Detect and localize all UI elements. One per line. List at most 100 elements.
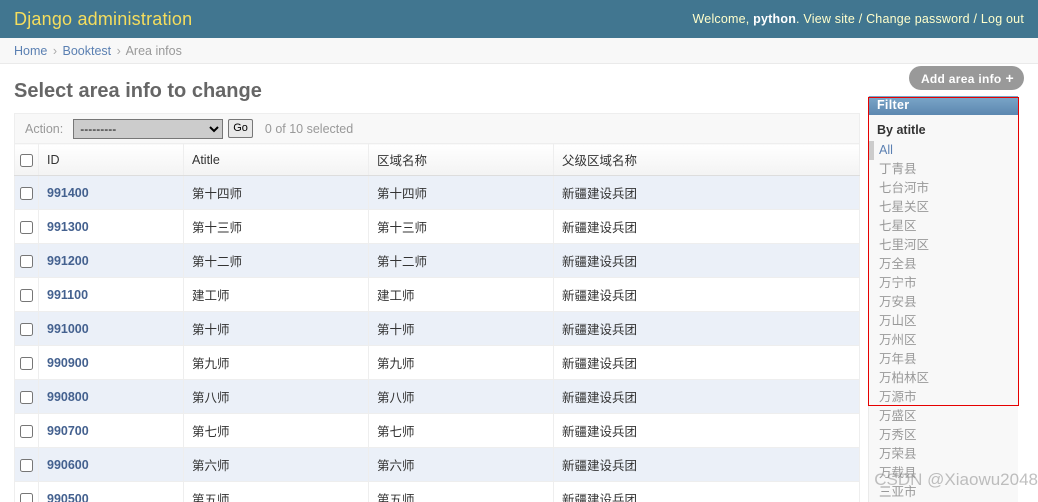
filter-item-link[interactable]: 万山区 — [879, 313, 1010, 330]
filter-item-link[interactable]: All — [879, 142, 1010, 159]
change-password-link[interactable]: Change password — [866, 12, 970, 26]
cell-id: 990800 — [39, 380, 184, 414]
filter-item[interactable]: 万全县 — [869, 255, 1018, 274]
site-header: Django administration Welcome, python. V… — [0, 0, 1038, 38]
filter-item[interactable]: 万年县 — [869, 350, 1018, 369]
filter-item-link[interactable]: 万宁市 — [879, 275, 1010, 292]
row-checkbox-cell — [15, 482, 39, 502]
breadcrumb-home[interactable]: Home — [14, 44, 47, 58]
welcome-period: . — [796, 12, 800, 26]
row-select-checkbox[interactable] — [20, 425, 33, 438]
action-select-top[interactable]: --------- — [73, 119, 223, 139]
filter-item[interactable]: 七台河市 — [869, 179, 1018, 198]
cell-id: 990600 — [39, 448, 184, 482]
cell-parent: 新疆建设兵团 — [554, 244, 860, 278]
filter-item[interactable]: All — [869, 141, 1018, 160]
filter-item[interactable]: 七里河区 — [869, 236, 1018, 255]
cell-atitle: 第七师 — [184, 414, 369, 448]
table-row: 991100建工师建工师新疆建设兵团 — [15, 278, 860, 312]
column-header-atitle[interactable]: Atitle — [184, 144, 369, 176]
cell-parent: 新疆建设兵团 — [554, 414, 860, 448]
action-go-button-top[interactable]: Go — [228, 119, 253, 138]
filter-item[interactable]: 万载县 — [869, 464, 1018, 483]
filter-item-link[interactable]: 三亚市 — [879, 484, 1010, 501]
page-container: Django administration Welcome, python. V… — [0, 0, 1038, 502]
row-id-link[interactable]: 991000 — [47, 322, 89, 336]
row-id-link[interactable]: 990700 — [47, 424, 89, 438]
filter-item[interactable]: 万柏林区 — [869, 369, 1018, 388]
filter-item-link[interactable]: 万年县 — [879, 351, 1010, 368]
row-id-link[interactable]: 991100 — [47, 288, 88, 302]
table-row: 991300第十三师第十三师新疆建设兵团 — [15, 210, 860, 244]
table-head: ID Atitle 区域名称 父级区域名称 — [15, 144, 860, 176]
filter-item-link[interactable]: 七里河区 — [879, 237, 1010, 254]
filter-item-link[interactable]: 万载县 — [879, 465, 1010, 482]
filter-item-link[interactable]: 七台河市 — [879, 180, 1010, 197]
filter-item-link[interactable]: 万荣县 — [879, 446, 1010, 463]
column-header-id[interactable]: ID — [39, 144, 184, 176]
row-select-checkbox[interactable] — [20, 255, 33, 268]
filter-item[interactable]: 万盛区 — [869, 407, 1018, 426]
column-header-parent[interactable]: 父级区域名称 — [554, 144, 860, 176]
row-id-link[interactable]: 991200 — [47, 254, 89, 268]
row-select-checkbox[interactable] — [20, 357, 33, 370]
username: python — [753, 12, 796, 26]
filter-item[interactable]: 万荣县 — [869, 445, 1018, 464]
cell-areaname: 建工师 — [369, 278, 554, 312]
view-site-link[interactable]: View site — [803, 12, 855, 26]
filter-title: Filter — [869, 96, 1018, 115]
filter-item-link[interactable]: 万秀区 — [879, 427, 1010, 444]
logout-link[interactable]: Log out — [981, 12, 1024, 26]
row-id-link[interactable]: 991300 — [47, 220, 89, 234]
add-area-info-button[interactable]: Add area info+ — [909, 66, 1024, 90]
row-id-link[interactable]: 990900 — [47, 356, 89, 370]
cell-atitle: 第十二师 — [184, 244, 369, 278]
filter-item-link[interactable]: 七星区 — [879, 218, 1010, 235]
filter-item-link[interactable]: 万柏林区 — [879, 370, 1010, 387]
row-select-checkbox[interactable] — [20, 493, 33, 502]
row-select-checkbox[interactable] — [20, 459, 33, 472]
filter-item[interactable]: 万秀区 — [869, 426, 1018, 445]
cell-areaname: 第七师 — [369, 414, 554, 448]
row-id-link[interactable]: 990500 — [47, 492, 89, 502]
cell-id: 990700 — [39, 414, 184, 448]
filter-item-link[interactable]: 七星关区 — [879, 199, 1010, 216]
breadcrumb-separator-2: › — [115, 44, 123, 58]
cell-parent: 新疆建设兵团 — [554, 210, 860, 244]
filter-item[interactable]: 万宁市 — [869, 274, 1018, 293]
row-select-checkbox[interactable] — [20, 391, 33, 404]
cell-areaname: 第九师 — [369, 346, 554, 380]
filter-item[interactable]: 丁青县 — [869, 160, 1018, 179]
changelist-main: Action: --------- Go 0 of 10 selected ID… — [14, 113, 860, 502]
filter-item-link[interactable]: 丁青县 — [879, 161, 1010, 178]
filter-item[interactable]: 万州区 — [869, 331, 1018, 350]
cell-id: 991100 — [39, 278, 184, 312]
filter-item[interactable]: 万山区 — [869, 312, 1018, 331]
filter-item[interactable]: 万安县 — [869, 293, 1018, 312]
column-header-areaname[interactable]: 区域名称 — [369, 144, 554, 176]
row-checkbox-cell — [15, 210, 39, 244]
row-select-checkbox[interactable] — [20, 289, 33, 302]
cell-atitle: 第五师 — [184, 482, 369, 502]
row-select-checkbox[interactable] — [20, 323, 33, 336]
filter-item-link[interactable]: 万盛区 — [879, 408, 1010, 425]
table-row: 990800第八师第八师新疆建设兵团 — [15, 380, 860, 414]
filter-item[interactable]: 七星关区 — [869, 198, 1018, 217]
select-all-checkbox[interactable] — [20, 154, 33, 167]
filter-item[interactable]: 七星区 — [869, 217, 1018, 236]
filter-item-link[interactable]: 万州区 — [879, 332, 1010, 349]
row-id-link[interactable]: 991400 — [47, 186, 89, 200]
row-id-link[interactable]: 990800 — [47, 390, 89, 404]
filter-item-link[interactable]: 万全县 — [879, 256, 1010, 273]
filter-item[interactable]: 三亚市 — [869, 483, 1018, 502]
cell-areaname: 第十三师 — [369, 210, 554, 244]
row-id-link[interactable]: 990600 — [47, 458, 89, 472]
row-select-checkbox[interactable] — [20, 187, 33, 200]
filter-item[interactable]: 万源市 — [869, 388, 1018, 407]
branding: Django administration — [14, 9, 192, 30]
breadcrumb-booktest[interactable]: Booktest — [62, 44, 111, 58]
filter-item-link[interactable]: 万源市 — [879, 389, 1010, 406]
row-checkbox-cell — [15, 346, 39, 380]
filter-item-link[interactable]: 万安县 — [879, 294, 1010, 311]
row-select-checkbox[interactable] — [20, 221, 33, 234]
